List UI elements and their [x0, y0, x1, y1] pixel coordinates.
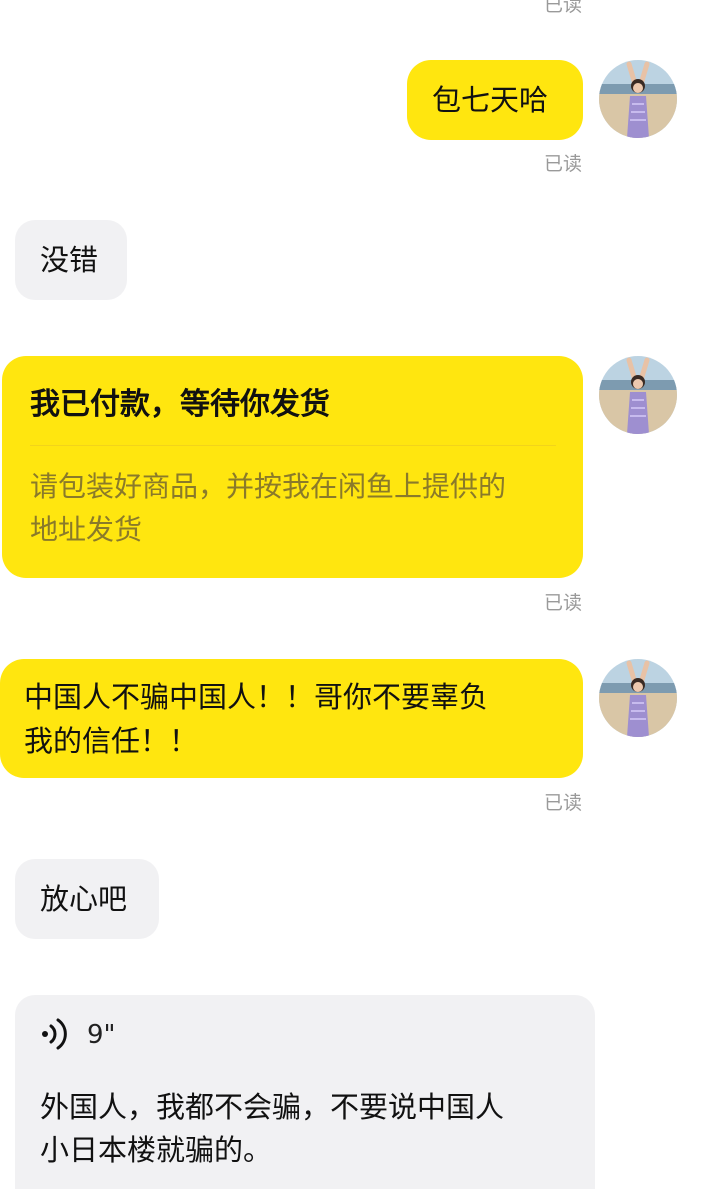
read-receipt-top: 已读 — [543, 0, 582, 16]
message-text: 放心吧 — [40, 882, 128, 916]
message-text: 包七天哈 — [432, 83, 549, 117]
voice-duration: 9" — [87, 1020, 116, 1050]
read-receipt: 已读 — [543, 792, 582, 814]
read-receipt: 已读 — [543, 153, 582, 175]
message-text: 没错 — [40, 243, 99, 277]
message-text-line: 中国人不骗中国人！！哥你不要辜负 — [24, 680, 489, 714]
incoming-message-bubble[interactable]: 放心吧 — [15, 859, 159, 939]
message-text-line: 我的信任！！ — [24, 724, 199, 758]
avatar-photo — [599, 60, 677, 138]
card-description-line: 请包装好商品，并按我在闲鱼上提供的 — [30, 470, 507, 503]
user-avatar[interactable] — [599, 659, 677, 737]
outgoing-message-bubble[interactable]: 中国人不骗中国人！！哥你不要辜负 我的信任！！ — [0, 659, 583, 778]
incoming-message-bubble[interactable]: 没错 — [15, 220, 127, 300]
voice-wave-icon[interactable] — [41, 1017, 71, 1051]
outgoing-message-bubble[interactable]: 包七天哈 — [407, 60, 583, 140]
card-title: 我已付款，等待你发货 — [30, 387, 330, 422]
voice-transcription-line: 外国人，我都不会骗，不要说中国人 — [40, 1090, 505, 1124]
card-description-line: 地址发货 — [30, 513, 143, 546]
incoming-voice-message[interactable]: 9" 外国人，我都不会骗，不要说中国人 小日本楼就骗的。 — [15, 995, 595, 1189]
voice-transcription: 外国人，我都不会骗，不要说中国人 小日本楼就骗的。 — [40, 1086, 580, 1172]
avatar-photo — [599, 659, 677, 737]
avatar-photo — [599, 356, 677, 434]
user-avatar[interactable] — [599, 356, 677, 434]
card-description: 请包装好商品，并按我在闲鱼上提供的 地址发货 — [30, 465, 560, 551]
read-receipt: 已读 — [543, 592, 582, 614]
voice-transcription-line: 小日本楼就骗的。 — [40, 1133, 273, 1167]
user-avatar[interactable] — [599, 60, 677, 138]
card-divider — [30, 445, 556, 446]
payment-status-card[interactable]: 我已付款，等待你发货 请包装好商品，并按我在闲鱼上提供的 地址发货 — [2, 356, 583, 578]
